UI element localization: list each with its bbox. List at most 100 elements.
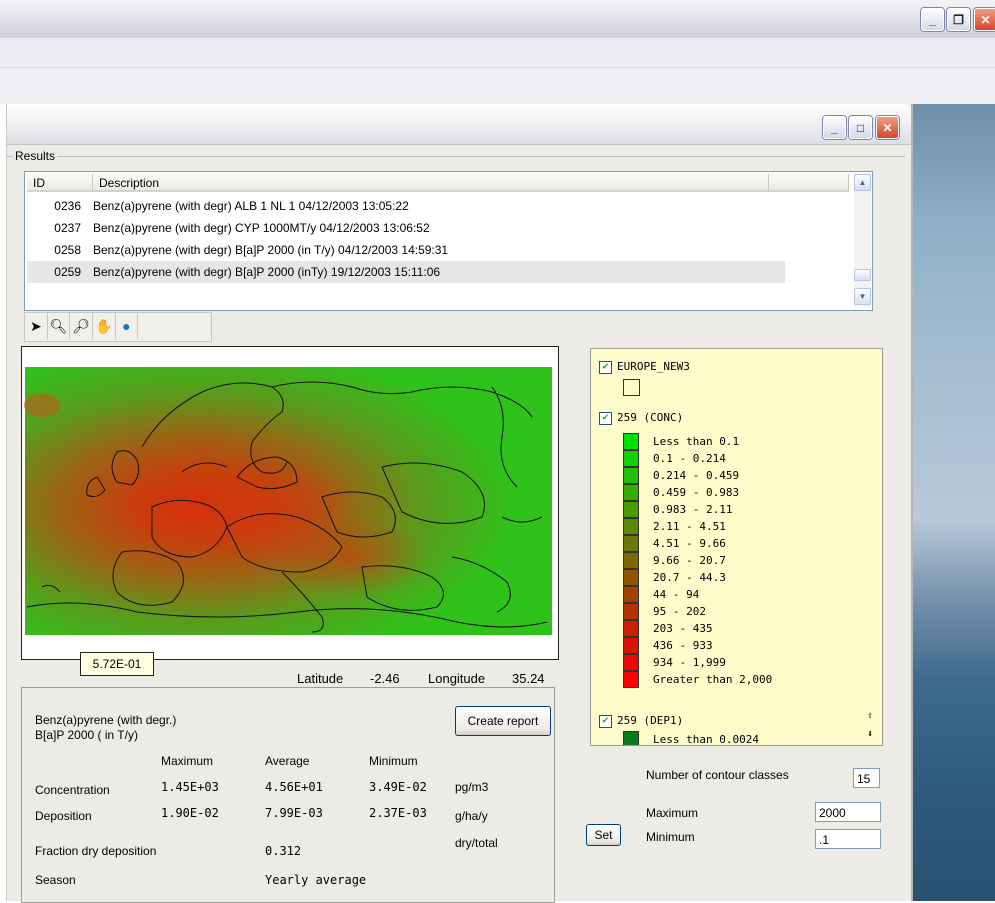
- outer-minimize-button[interactable]: _: [921, 8, 944, 31]
- list-item-id: 0236: [54, 199, 81, 213]
- close-icon: ✕: [882, 120, 893, 135]
- concentration-label: Concentration: [35, 783, 110, 797]
- concentration-max: 1.45E+03: [161, 780, 219, 794]
- full-extent-button[interactable]: ●: [116, 313, 139, 339]
- toolbar-empty-slot: [138, 313, 211, 339]
- dry-total-label: dry/total: [455, 836, 498, 850]
- legend-class-label: Less than 0.1: [653, 435, 740, 448]
- list-item-description: Benz(a)pyrene (with degr) B[a]P 2000 (in…: [93, 243, 449, 257]
- minimum-input[interactable]: .1: [815, 829, 881, 849]
- legend-class-label: 436 - 933: [653, 639, 713, 652]
- list-scrollbar[interactable]: ▲ ▼: [854, 173, 871, 307]
- column-header-extra[interactable]: [769, 174, 849, 192]
- list-item-description: Benz(a)pyrene (with degr) B[a]P 2000 (in…: [93, 265, 441, 279]
- fraction-dry-deposition-label: Fraction dry deposition: [35, 844, 157, 858]
- column-header-description[interactable]: Description: [93, 174, 769, 192]
- legend-dep-first-class: Less than 0.0024: [653, 733, 759, 746]
- season-label: Season: [35, 873, 76, 887]
- column-average-label: Average: [265, 754, 310, 768]
- layer-dep-checkbox[interactable]: ✔: [599, 715, 612, 728]
- legend-class-label: Greater than 2,000: [653, 673, 773, 686]
- list-item[interactable]: 0258 Benz(a)pyrene (with degr) B[a]P 200…: [27, 239, 785, 261]
- list-item-id: 0237: [54, 221, 81, 235]
- legend-class-label: 4.51 - 9.66: [653, 537, 726, 550]
- close-icon: ✕: [980, 12, 991, 27]
- legend-class-label: 0.983 - 2.11: [653, 503, 733, 516]
- maximize-icon: □: [856, 120, 865, 135]
- legend-class-label: 0.1 - 0.214: [653, 452, 726, 465]
- scenario-name: B[a]P 2000 ( in T/y): [35, 728, 138, 742]
- map-toolbar: ➤ 🔍︎ 🔎︎ ✋ ●: [24, 312, 212, 342]
- minimize-icon: _: [929, 12, 936, 27]
- latitude-value: -2.46: [370, 671, 400, 686]
- results-group-label: Results: [13, 149, 58, 163]
- results-window: _ □ ✕ Results ID Description 0236 Benz(a…: [6, 104, 913, 903]
- layer-europe-checkbox[interactable]: ✔: [599, 361, 612, 374]
- legend-swatch: [623, 603, 639, 620]
- close-button[interactable]: ✕: [876, 116, 899, 139]
- legend-class-label: 934 - 1,999: [653, 656, 726, 669]
- legend-swatch: [623, 552, 639, 569]
- list-item-description: Benz(a)pyrene (with degr) CYP 1000MT/y 0…: [93, 221, 430, 235]
- create-report-button[interactable]: Create report: [455, 706, 551, 736]
- latitude-label: Latitude: [297, 671, 344, 686]
- number-of-contour-classes-label: Number of contour classes: [646, 768, 789, 782]
- legend-scroll-up-icon[interactable]: ⇧: [867, 710, 873, 721]
- maximum-input[interactable]: 2000: [815, 802, 881, 822]
- legend-class-label: 0.459 - 0.983: [653, 486, 740, 499]
- scroll-up-button[interactable]: ▲: [854, 174, 871, 191]
- layer-conc-checkbox[interactable]: ✔: [599, 412, 612, 425]
- zoom-out-icon: 🔎︎: [72, 317, 90, 334]
- select-tool-button[interactable]: ➤: [25, 313, 48, 339]
- outer-title-bar: _ ❐ ✕: [0, 0, 995, 39]
- results-list[interactable]: ID Description 0236 Benz(a)pyrene (with …: [24, 171, 873, 311]
- legend-class-label: 2.11 - 4.51: [653, 520, 726, 533]
- zoom-in-button[interactable]: 🔍︎: [48, 313, 71, 339]
- legend-swatch: [623, 535, 639, 552]
- pan-hand-icon: ✋: [95, 317, 113, 334]
- legend-swatch: [623, 671, 639, 688]
- concentration-unit: pg/m3: [455, 780, 489, 794]
- list-item[interactable]: 0237 Benz(a)pyrene (with degr) CYP 1000M…: [27, 217, 785, 239]
- deposition-unit: g/ha/y: [455, 809, 488, 823]
- europe-map-graphic: [24, 367, 552, 635]
- legend-class-label: 95 - 202: [653, 605, 706, 618]
- outer-restore-button[interactable]: ❐: [947, 8, 970, 31]
- legend-class-label: 0.214 - 0.459: [653, 469, 740, 482]
- zoom-in-icon: 🔍︎: [49, 317, 68, 334]
- maximize-button[interactable]: □: [849, 116, 872, 139]
- scroll-down-button[interactable]: ▼: [854, 288, 871, 305]
- number-of-contour-classes-input[interactable]: 15: [853, 768, 880, 788]
- concentration-map[interactable]: [21, 346, 559, 660]
- chevron-down-icon: ▼: [858, 292, 867, 301]
- column-maximum-label: Maximum: [161, 754, 214, 768]
- minimum-label: Minimum: [646, 830, 695, 844]
- legend-class-label: 9.66 - 20.7: [653, 554, 726, 567]
- background-landscape-image: [908, 104, 995, 901]
- map-legend[interactable]: ✔ EUROPE_NEW3 ✔ 259 (CONC) Less than 0.1…: [590, 348, 883, 746]
- legend-dep-swatch: [623, 731, 639, 745]
- set-button[interactable]: Set: [586, 824, 621, 846]
- layer-europe-name: EUROPE_NEW3: [617, 360, 690, 373]
- minimize-button[interactable]: _: [823, 116, 846, 139]
- list-item-selected[interactable]: 0259 Benz(a)pyrene (with degr) B[a]P 200…: [27, 261, 785, 283]
- season-value: Yearly average: [265, 873, 367, 887]
- results-group-border: [7, 156, 905, 157]
- longitude-label: Longitude: [428, 671, 486, 686]
- legend-swatch: [623, 501, 639, 518]
- outer-close-button[interactable]: ✕: [974, 8, 995, 31]
- column-header-id[interactable]: ID: [27, 174, 93, 192]
- legend-swatch: [623, 450, 639, 467]
- column-minimum-label: Minimum: [369, 754, 418, 768]
- pan-button[interactable]: ✋: [93, 313, 116, 339]
- list-item[interactable]: 0236 Benz(a)pyrene (with degr) ALB 1 NL …: [27, 195, 785, 217]
- globe-icon: ●: [122, 318, 131, 334]
- zoom-out-button[interactable]: 🔎︎: [70, 313, 93, 339]
- legend-swatch: [623, 620, 639, 637]
- list-header: ID Description: [27, 174, 849, 193]
- legend-scroll-down-icon[interactable]: ⬇: [867, 729, 873, 740]
- scroll-thumb[interactable]: [854, 269, 871, 281]
- layer-europe-swatch: [623, 379, 640, 396]
- list-item-id: 0258: [54, 243, 81, 257]
- legend-class-label: 44 - 94: [653, 588, 700, 601]
